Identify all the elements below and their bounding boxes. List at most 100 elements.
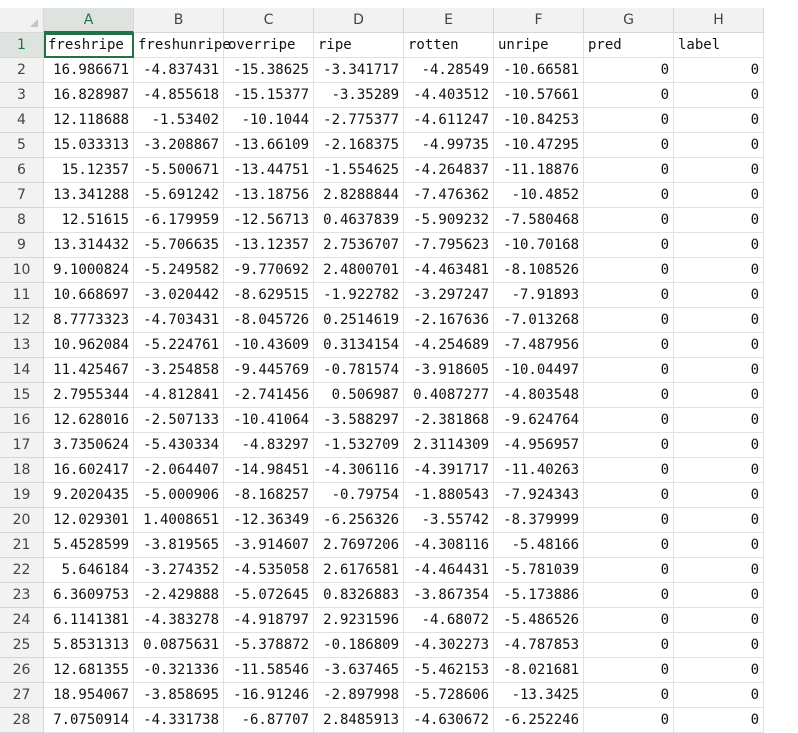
data-cell[interactable]: -5.691242 [134,183,224,208]
data-cell[interactable]: 12.029301 [44,508,134,533]
data-cell[interactable]: 0 [584,108,674,133]
data-cell[interactable]: -5.224761 [134,333,224,358]
data-cell[interactable]: -13.12357 [224,233,314,258]
data-cell[interactable]: 0 [584,408,674,433]
row-header-6[interactable]: 6 [0,158,44,183]
data-cell[interactable]: -4.703431 [134,308,224,333]
data-cell[interactable]: 2.4800701 [314,258,404,283]
data-cell[interactable]: -0.186809 [314,633,404,658]
data-cell[interactable]: 16.602417 [44,458,134,483]
data-cell[interactable]: -5.000906 [134,483,224,508]
data-cell[interactable]: 0 [584,333,674,358]
data-cell[interactable]: -6.252246 [494,708,584,733]
row-header-27[interactable]: 27 [0,683,44,708]
data-cell[interactable]: 0 [674,408,764,433]
data-cell[interactable]: 6.3609753 [44,583,134,608]
data-cell[interactable]: 16.986671 [44,58,134,83]
data-cell[interactable]: -4.254689 [404,333,494,358]
data-cell[interactable]: -13.44751 [224,158,314,183]
data-cell[interactable]: 0 [584,683,674,708]
data-cell[interactable]: -4.611247 [404,108,494,133]
data-cell[interactable]: 0 [584,558,674,583]
row-header-1[interactable]: 1 [0,33,44,58]
data-cell[interactable]: 0 [584,233,674,258]
data-cell[interactable]: -5.249582 [134,258,224,283]
data-cell[interactable]: -8.021681 [494,658,584,683]
data-cell[interactable]: 0 [674,583,764,608]
data-cell[interactable]: 0 [584,83,674,108]
spreadsheet-grid[interactable]: A B C D E F G H 1 freshripe freshunripe overripe rip… [0,0,798,733]
data-cell[interactable]: -8.379999 [494,508,584,533]
data-cell[interactable]: -3.914607 [224,533,314,558]
data-cell[interactable]: 8.7773323 [44,308,134,333]
data-cell[interactable]: 0 [584,608,674,633]
row-header-15[interactable]: 15 [0,383,44,408]
data-cell[interactable]: -4.464431 [404,558,494,583]
data-cell[interactable]: -9.770692 [224,258,314,283]
data-cell[interactable]: -3.637465 [314,658,404,683]
data-cell[interactable]: 0 [674,83,764,108]
data-cell[interactable]: 0 [584,308,674,333]
data-cell[interactable]: -10.43609 [224,333,314,358]
data-cell[interactable]: -1.554625 [314,158,404,183]
data-cell[interactable]: -13.3425 [494,683,584,708]
row-header-14[interactable]: 14 [0,358,44,383]
data-cell[interactable]: 0 [584,133,674,158]
data-cell[interactable]: 0 [674,58,764,83]
data-cell[interactable]: -15.15377 [224,83,314,108]
data-cell[interactable]: -7.91893 [494,283,584,308]
data-cell[interactable]: -4.403512 [404,83,494,108]
data-cell[interactable]: -5.462153 [404,658,494,683]
row-header-8[interactable]: 8 [0,208,44,233]
data-cell[interactable]: 2.7536707 [314,233,404,258]
data-cell[interactable]: 0.3134154 [314,333,404,358]
data-cell[interactable]: -3.35289 [314,83,404,108]
row-header-3[interactable]: 3 [0,83,44,108]
header-cell-h[interactable]: label [674,33,764,58]
data-cell[interactable]: -2.775377 [314,108,404,133]
data-cell[interactable]: -0.79754 [314,483,404,508]
data-cell[interactable]: -1.532709 [314,433,404,458]
data-cell[interactable]: -2.064407 [134,458,224,483]
row-header-9[interactable]: 9 [0,233,44,258]
column-header-b[interactable]: B [134,8,224,33]
data-cell[interactable]: -8.629515 [224,283,314,308]
row-header-11[interactable]: 11 [0,283,44,308]
row-header-26[interactable]: 26 [0,658,44,683]
data-cell[interactable]: 0.4087277 [404,383,494,408]
data-cell[interactable]: 9.2020435 [44,483,134,508]
data-cell[interactable]: -5.909232 [404,208,494,233]
data-cell[interactable]: -5.781039 [494,558,584,583]
data-cell[interactable]: 12.628016 [44,408,134,433]
data-cell[interactable]: -10.57661 [494,83,584,108]
data-cell[interactable]: 0 [584,458,674,483]
column-header-g[interactable]: G [584,8,674,33]
data-cell[interactable]: 0 [584,208,674,233]
data-cell[interactable]: -6.179959 [134,208,224,233]
data-cell[interactable]: -4.99735 [404,133,494,158]
data-cell[interactable]: -11.18876 [494,158,584,183]
data-cell[interactable]: -4.391717 [404,458,494,483]
data-cell[interactable]: 0 [584,58,674,83]
data-cell[interactable]: -8.168257 [224,483,314,508]
data-cell[interactable]: 9.1000824 [44,258,134,283]
row-header-17[interactable]: 17 [0,433,44,458]
data-cell[interactable]: -4.855618 [134,83,224,108]
data-cell[interactable]: 13.341288 [44,183,134,208]
data-cell[interactable]: 0 [674,383,764,408]
data-cell[interactable]: 0 [674,458,764,483]
data-cell[interactable]: 0 [674,433,764,458]
data-cell[interactable]: 0 [674,683,764,708]
data-cell[interactable]: 11.425467 [44,358,134,383]
data-cell[interactable]: 0 [584,258,674,283]
data-cell[interactable]: -4.68072 [404,608,494,633]
header-cell-g[interactable]: pred [584,33,674,58]
data-cell[interactable]: 0 [674,708,764,733]
data-cell[interactable]: -10.84253 [494,108,584,133]
column-header-e[interactable]: E [404,8,494,33]
data-cell[interactable]: 0 [584,183,674,208]
data-cell[interactable]: -4.803548 [494,383,584,408]
data-cell[interactable]: 2.3114309 [404,433,494,458]
data-cell[interactable]: 0 [674,533,764,558]
data-cell[interactable]: -5.48166 [494,533,584,558]
